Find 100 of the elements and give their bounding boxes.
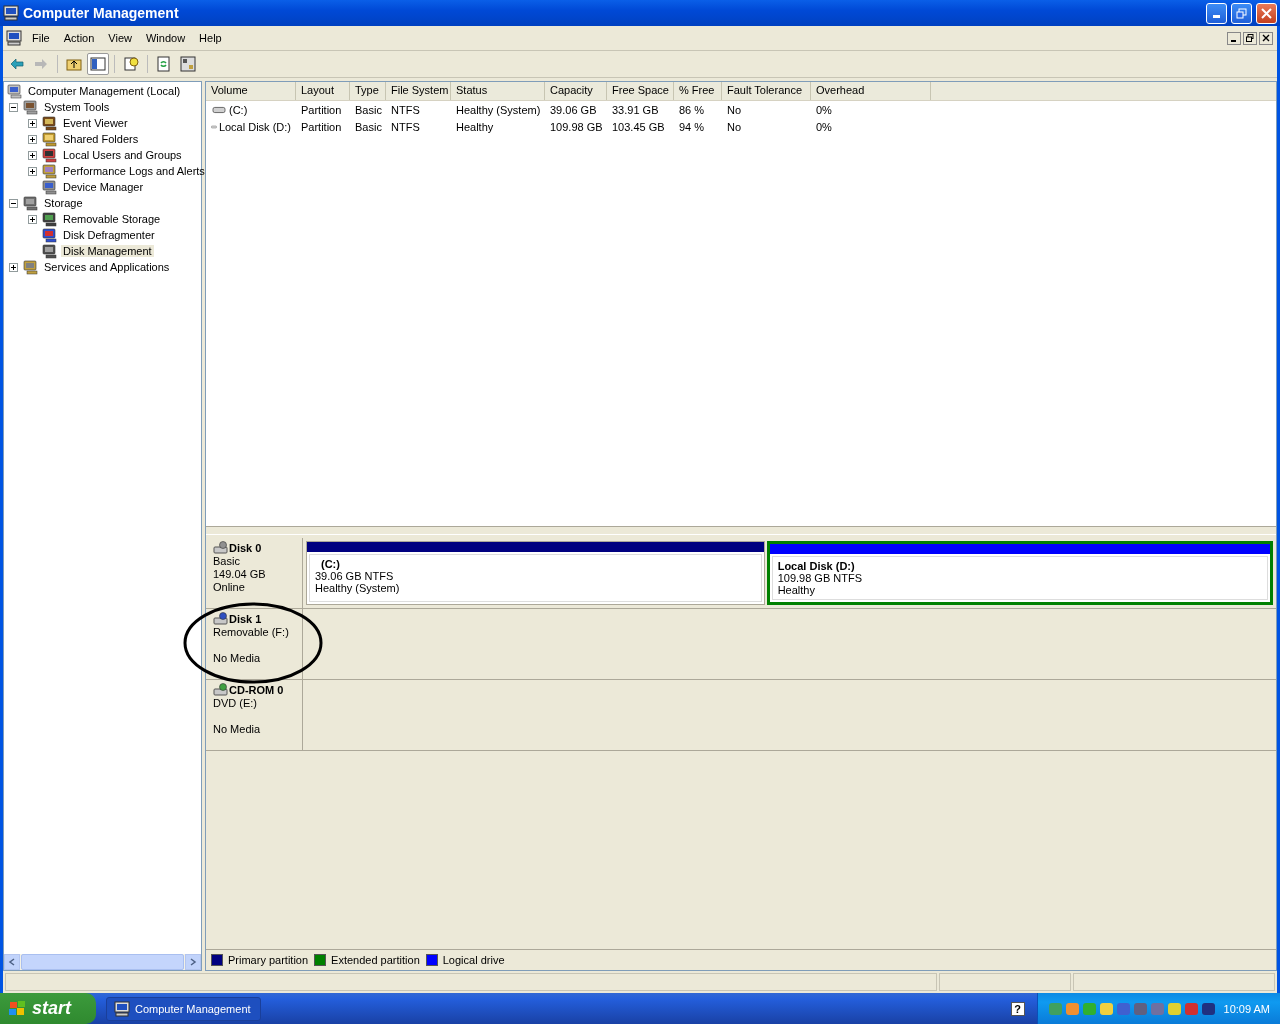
column-header[interactable]: File System — [386, 82, 451, 100]
column-header[interactable]: Overhead — [811, 82, 931, 100]
legend-label: Logical drive — [442, 954, 505, 966]
column-header[interactable]: Layout — [296, 82, 350, 100]
table-cell: (C:) — [206, 103, 296, 116]
clock: 10:09 AM — [1223, 1002, 1270, 1015]
disk-info-panel[interactable]: CD-ROM 0 DVD (E:) No Media — [206, 680, 303, 750]
tree-item[interactable]: Storage — [42, 197, 85, 209]
legend-label: Extended partition — [331, 954, 420, 966]
table-cell-text: Basic — [354, 120, 383, 133]
computer-icon — [7, 83, 23, 99]
partition-block[interactable]: Local Disk (D:) 109.98 GB NTFS Healthy — [766, 541, 1273, 605]
column-header[interactable]: Fault Tolerance — [722, 82, 811, 100]
disk-status: No Media — [213, 723, 262, 736]
column-header[interactable]: Type — [350, 82, 386, 100]
menu-item[interactable]: Help — [192, 32, 229, 44]
column-header[interactable]: Capacity — [545, 82, 607, 100]
disk-size: 149.04 GB — [213, 568, 267, 581]
expand-toggle[interactable] — [28, 166, 37, 176]
table-cell-text: Basic — [354, 103, 383, 116]
table-cell-text: 86 % — [678, 103, 706, 116]
menu-item[interactable]: View — [101, 32, 139, 44]
tree-item[interactable]: Services and Applications — [42, 261, 172, 273]
legend-label: Primary partition — [228, 954, 309, 966]
tree-pane-icon[interactable] — [87, 53, 109, 75]
computer-icon — [5, 30, 23, 46]
tray-icons-drawing[interactable] — [1047, 1000, 1218, 1017]
close-button[interactable] — [1259, 31, 1273, 45]
table-cell-text: Partition — [300, 103, 343, 116]
minimize-button[interactable] — [1227, 31, 1241, 45]
column-header[interactable]: Status — [451, 82, 545, 100]
menu-item[interactable]: Window — [138, 32, 193, 44]
tree-item[interactable]: Local Users and Groups — [61, 149, 184, 161]
partition-block[interactable]: (C:) 39.06 GB NTFS Healthy (System) — [306, 541, 765, 605]
restore-button[interactable] — [1243, 31, 1257, 45]
disk-type: DVD (E:) — [213, 697, 258, 710]
tree-item[interactable]: Performance Logs and Alerts — [61, 165, 207, 177]
tree-item[interactable]: Shared Folders — [61, 133, 141, 145]
horizontal-scrollbar[interactable] — [4, 954, 201, 970]
table-cell-text: No — [726, 120, 743, 133]
scroll-right-icon[interactable] — [189, 958, 197, 966]
disk-name: CD-ROM 0 — [229, 684, 284, 696]
taskbar-button[interactable]: Computer Management — [106, 996, 261, 1021]
tree-item[interactable]: Removable Storage — [61, 213, 163, 225]
expand-toggle[interactable] — [9, 198, 18, 208]
basic-drive-icon — [213, 541, 229, 555]
tree-item[interactable]: Device Manager — [61, 181, 146, 193]
disk-type: Basic — [213, 555, 241, 568]
menu-item[interactable]: File — [25, 32, 57, 44]
table-cell-text: 0% — [815, 120, 833, 133]
maximize-button[interactable] — [1231, 2, 1252, 24]
expand-toggle[interactable] — [9, 262, 18, 272]
tree-item[interactable]: Disk Defragmenter — [61, 229, 157, 241]
table-cell: Local Disk (D:) — [206, 120, 296, 133]
table-cell-text: Partition — [300, 120, 343, 133]
table-cell-text: 0% — [815, 103, 833, 116]
disk-name: Disk 1 — [229, 613, 262, 625]
start-button[interactable]: start — [0, 993, 96, 1024]
table-cell-text: NTFS — [390, 120, 421, 133]
expand-toggle[interactable] — [28, 150, 37, 160]
partition-status: Healthy — [777, 584, 816, 596]
restore-icon — [1236, 7, 1247, 19]
tree-item[interactable]: Disk Management — [61, 245, 154, 257]
scroll-left-icon[interactable] — [8, 958, 16, 966]
disk-name: Disk 0 — [229, 542, 262, 554]
disk-info-panel[interactable]: Disk 0 Basic 149.04 GB Online — [206, 538, 303, 608]
expand-toggle[interactable] — [28, 214, 37, 224]
table-cell-text: 109.98 GB — [549, 120, 604, 133]
column-header[interactable]: % Free — [674, 82, 722, 100]
window-title: Computer Management — [23, 5, 180, 21]
tree-item[interactable]: Computer Management (Local) — [26, 85, 183, 97]
expand-toggle[interactable] — [9, 102, 18, 112]
computer-icon — [3, 5, 19, 21]
disk-type: Removable (F:) — [213, 626, 290, 639]
partition-size: 109.98 GB NTFS — [777, 572, 864, 584]
table-cell-text: NTFS — [390, 103, 421, 116]
expand-toggle[interactable] — [28, 118, 37, 128]
column-header[interactable]: Free Space — [607, 82, 674, 100]
partition-size: 39.06 GB NTFS — [315, 570, 395, 582]
disk-info-panel[interactable]: Disk 1 Removable (F:) No Media — [206, 609, 303, 679]
partition-name: (C:) — [320, 558, 341, 570]
close-icon — [1262, 34, 1270, 42]
tree-item[interactable]: Event Viewer — [61, 117, 130, 129]
expand-toggle[interactable] — [28, 134, 37, 144]
help-button[interactable]: ? — [1010, 1001, 1025, 1016]
cdrom-drive-icon — [213, 683, 229, 697]
partition-name: Local Disk (D:) — [777, 560, 856, 572]
partition-status: Healthy (System) — [315, 582, 401, 594]
table-cell-text: Healthy — [455, 120, 495, 133]
table-cell-text: 39.06 GB — [549, 103, 598, 116]
table-cell-text: 94 % — [678, 120, 706, 133]
removable-drive-icon — [213, 612, 229, 626]
menu-item[interactable]: Action — [56, 32, 102, 44]
tree-item[interactable]: System Tools — [42, 101, 112, 113]
close-icon — [1261, 7, 1272, 19]
column-header[interactable]: Volume — [206, 82, 296, 100]
disk-status: Online — [213, 581, 246, 594]
computer-icon — [114, 1000, 130, 1017]
table-cell-text: No — [726, 103, 743, 116]
table-cell-text: 103.45 GB — [611, 120, 666, 133]
